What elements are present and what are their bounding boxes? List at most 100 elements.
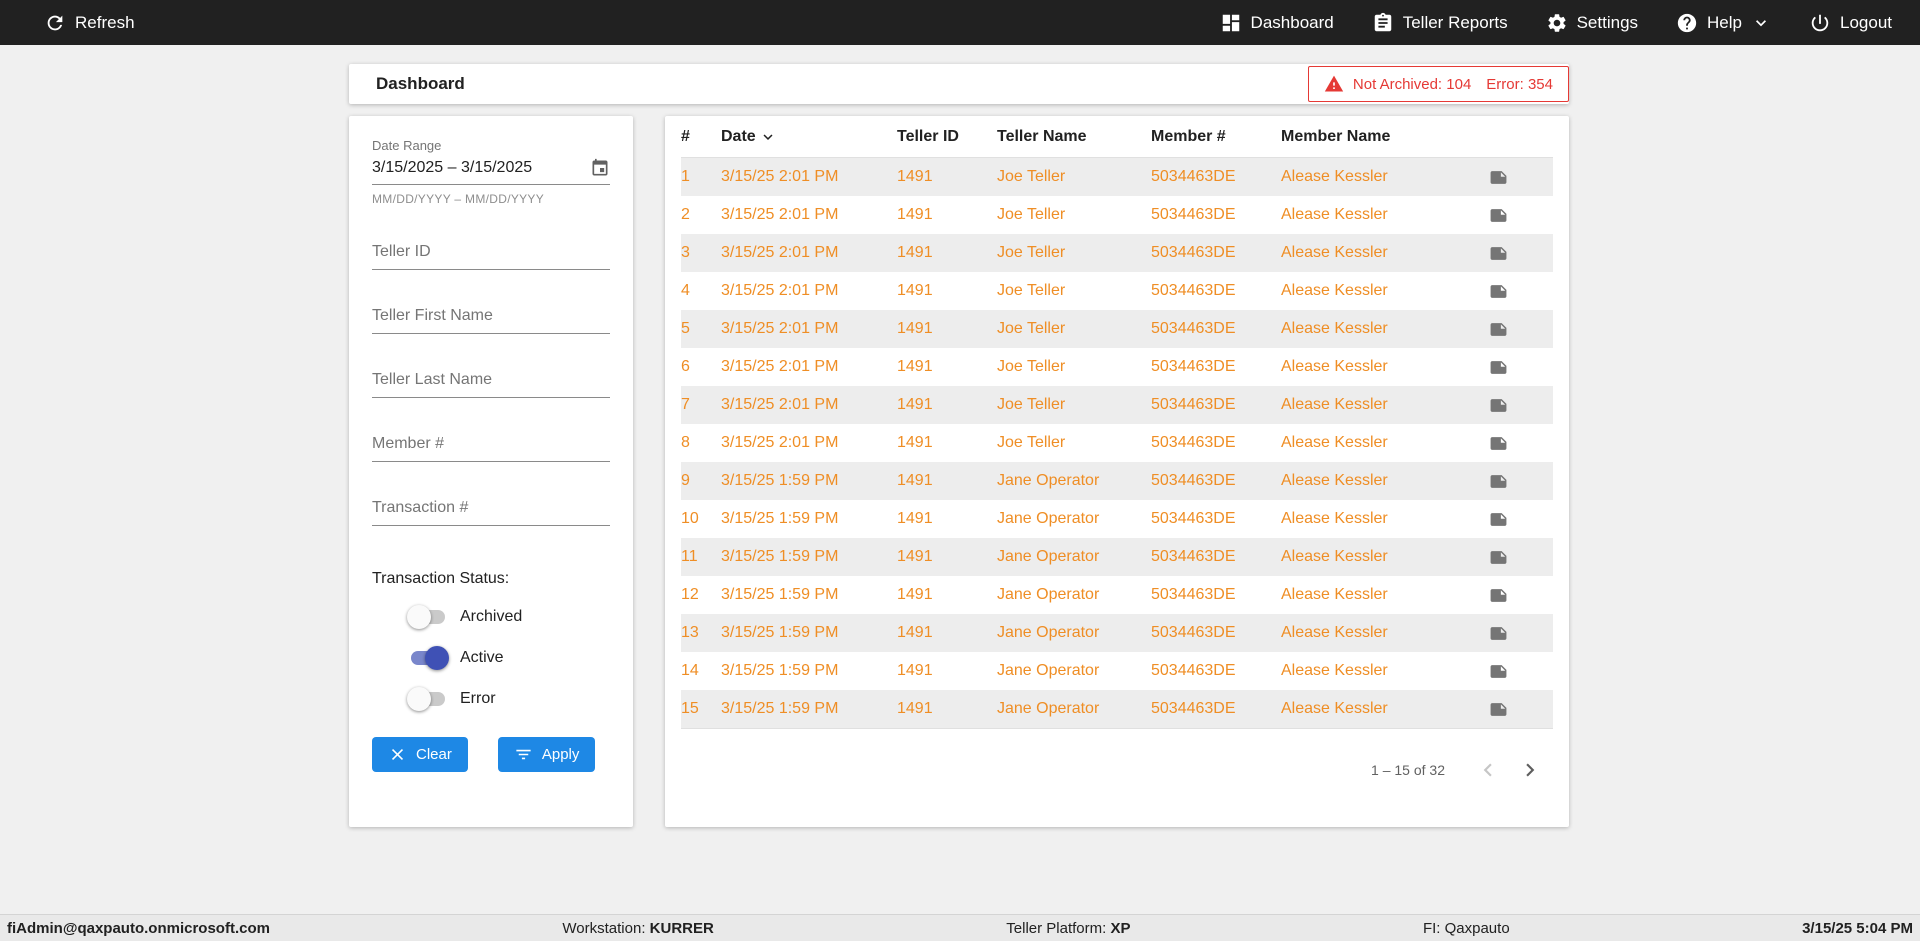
table-row[interactable]: 9 3/15/25 1:59 PM 1491 Jane Operator 5034463… — [681, 462, 1553, 500]
not-archived-count: Not Archived: 104 — [1352, 75, 1472, 93]
next-page-button[interactable] — [1517, 757, 1543, 783]
cell-teller-name: Joe Teller — [997, 434, 1066, 451]
table-row[interactable]: 15 3/15/25 1:59 PM 1491 Jane Operator 503446… — [681, 690, 1553, 728]
cell-teller-name: Joe Teller — [997, 206, 1066, 223]
refresh-icon — [44, 12, 66, 34]
alert-badge: Not Archived: 104 Error: 354 — [1307, 66, 1569, 102]
error-toggle[interactable] — [407, 687, 449, 711]
cell-teller-id: 1491 — [897, 662, 933, 679]
note-button[interactable] — [1443, 320, 1553, 339]
apply-button[interactable]: Apply — [497, 737, 596, 772]
note-button[interactable] — [1443, 396, 1553, 415]
note-button[interactable] — [1443, 282, 1553, 301]
platform-value: XP — [1110, 919, 1131, 937]
column-header-member-num[interactable]: Member # — [1151, 128, 1281, 146]
nav-logout[interactable]: Logout — [1809, 12, 1892, 34]
table-row[interactable]: 14 3/15/25 1:59 PM 1491 Jane Operator 503446… — [681, 652, 1553, 690]
workstation-value: KURRER — [649, 919, 714, 937]
row-number: 2 — [681, 206, 690, 223]
table-row[interactable]: 5 3/15/25 2:01 PM 1491 Joe Teller 5034463DE A… — [681, 310, 1553, 348]
teller-first-name-input[interactable] — [372, 307, 610, 325]
teller-last-name-input[interactable] — [372, 371, 610, 389]
note-button[interactable] — [1443, 662, 1553, 681]
archived-toggle[interactable] — [407, 605, 449, 629]
note-button[interactable] — [1443, 434, 1553, 453]
note-button[interactable] — [1443, 586, 1553, 605]
table-row[interactable]: 10 3/15/25 1:59 PM 1491 Jane Operator 503446… — [681, 500, 1553, 538]
member-number-input[interactable] — [372, 435, 610, 453]
cell-member-name: Alease Kessler — [1281, 624, 1388, 641]
topbar: Refresh Dashboard Teller Reports Setting… — [0, 0, 1920, 45]
note-button[interactable] — [1443, 472, 1553, 491]
nav-dashboard[interactable]: Dashboard — [1220, 12, 1334, 34]
chevron-left-icon — [1475, 757, 1501, 783]
table-row[interactable]: 13 3/15/25 1:59 PM 1491 Jane Operator 503446… — [681, 614, 1553, 652]
nav-teller-reports[interactable]: Teller Reports — [1372, 12, 1508, 34]
cell-member-num: 5034463DE — [1151, 396, 1236, 413]
table-row[interactable]: 12 3/15/25 1:59 PM 1491 Jane Operator 503446… — [681, 576, 1553, 614]
column-header-date[interactable]: Date — [721, 128, 897, 146]
nav-help[interactable]: Help — [1676, 12, 1771, 34]
cell-teller-id: 1491 — [897, 548, 933, 565]
nav-help-label: Help — [1707, 12, 1742, 32]
note-button[interactable] — [1443, 510, 1553, 529]
filter-panel: Date Range MM/DD/YYYY – MM/DD/YYYY — [349, 116, 633, 827]
table-row[interactable]: 2 3/15/25 2:01 PM 1491 Joe Teller 5034463DE A… — [681, 196, 1553, 234]
cell-teller-name: Jane Operator — [997, 624, 1100, 641]
refresh-button[interactable]: Refresh — [44, 12, 135, 34]
cell-teller-name: Joe Teller — [997, 396, 1066, 413]
column-header-teller-name[interactable]: Teller Name — [997, 128, 1151, 146]
previous-page-button[interactable] — [1475, 757, 1501, 783]
note-button[interactable] — [1443, 206, 1553, 225]
cell-member-name: Alease Kessler — [1281, 472, 1388, 489]
column-header-num[interactable]: # — [681, 128, 721, 146]
clipboard-icon — [1372, 12, 1394, 34]
note-button[interactable] — [1443, 358, 1553, 377]
cell-member-num: 5034463DE — [1151, 700, 1236, 717]
cell-date: 3/15/25 2:01 PM — [721, 168, 839, 185]
active-toggle[interactable] — [407, 646, 449, 670]
note-button[interactable] — [1443, 700, 1553, 719]
table-row[interactable]: 8 3/15/25 2:01 PM 1491 Joe Teller 5034463DE A… — [681, 424, 1553, 462]
calendar-button[interactable] — [590, 158, 610, 178]
note-button[interactable] — [1443, 548, 1553, 567]
column-header-teller-id[interactable]: Teller ID — [897, 128, 997, 146]
cell-date: 3/15/25 1:59 PM — [721, 510, 839, 527]
transaction-number-input[interactable] — [372, 499, 610, 517]
cell-date: 3/15/25 1:59 PM — [721, 700, 839, 717]
note-button[interactable] — [1443, 624, 1553, 643]
cell-teller-name: Jane Operator — [997, 510, 1100, 527]
column-header-member-name[interactable]: Member Name — [1281, 128, 1443, 146]
cell-teller-name: Joe Teller — [997, 320, 1066, 337]
error-count: Error: 354 — [1486, 75, 1553, 93]
note-icon — [1489, 700, 1508, 719]
teller-id-input[interactable] — [372, 243, 610, 261]
table-row[interactable]: 6 3/15/25 2:01 PM 1491 Joe Teller 5034463DE A… — [681, 348, 1553, 386]
table-row[interactable]: 1 3/15/25 2:01 PM 1491 Joe Teller 5034463DE A… — [681, 158, 1553, 196]
note-button[interactable] — [1443, 244, 1553, 263]
cell-date: 3/15/25 2:01 PM — [721, 320, 839, 337]
cell-teller-id: 1491 — [897, 168, 933, 185]
nav-dashboard-label: Dashboard — [1250, 12, 1334, 32]
member-number-field — [372, 435, 610, 462]
dashboard-icon — [1220, 12, 1242, 34]
nav-settings[interactable]: Settings — [1546, 12, 1638, 34]
table-row[interactable]: 11 3/15/25 1:59 PM 1491 Jane Operator 503446… — [681, 538, 1553, 576]
table-row[interactable]: 3 3/15/25 2:01 PM 1491 Joe Teller 5034463DE A… — [681, 234, 1553, 272]
note-icon — [1489, 510, 1508, 529]
clear-button[interactable]: Clear — [372, 737, 468, 772]
date-range-input[interactable] — [372, 159, 590, 177]
table-row[interactable]: 4 3/15/25 2:01 PM 1491 Joe Teller 5034463DE A… — [681, 272, 1553, 310]
row-number: 5 — [681, 320, 690, 337]
cell-member-num: 5034463DE — [1151, 244, 1236, 261]
row-number: 10 — [681, 510, 699, 527]
cell-member-num: 5034463DE — [1151, 624, 1236, 641]
gear-icon — [1546, 12, 1568, 34]
note-button[interactable] — [1443, 168, 1553, 187]
help-icon — [1676, 12, 1698, 34]
cell-member-num: 5034463DE — [1151, 320, 1236, 337]
table-row[interactable]: 7 3/15/25 2:01 PM 1491 Joe Teller 5034463DE A… — [681, 386, 1553, 424]
chevron-right-icon — [1517, 757, 1543, 783]
cell-teller-id: 1491 — [897, 320, 933, 337]
fi-info: FI: Qaxpauto — [1422, 919, 1510, 937]
